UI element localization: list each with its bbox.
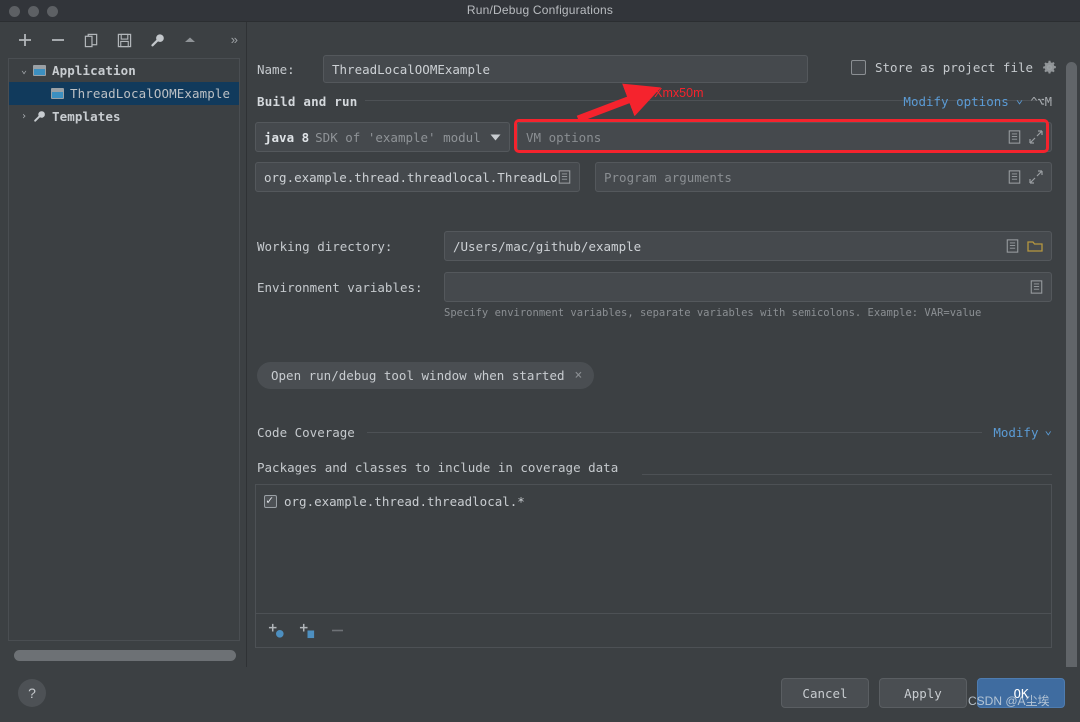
store-as-project-file-label: Store as project file bbox=[875, 60, 1033, 75]
tree-item-application[interactable]: ⌄ Application bbox=[9, 59, 239, 82]
copy-configuration-icon[interactable] bbox=[82, 31, 100, 49]
csdn-watermark: CSDN @A尘埃 bbox=[968, 692, 1050, 709]
expand-icon[interactable] bbox=[1029, 170, 1043, 184]
add-package-icon[interactable] bbox=[268, 622, 285, 639]
chevron-down-icon[interactable]: ⌄ bbox=[1016, 91, 1024, 106]
coverage-pattern-label: org.example.thread.threadlocal.* bbox=[284, 494, 525, 509]
help-button[interactable]: ? bbox=[18, 679, 46, 707]
cancel-button[interactable]: Cancel bbox=[781, 678, 869, 708]
window-title: Run/Debug Configurations bbox=[0, 3, 1080, 17]
chevron-down-icon[interactable] bbox=[490, 133, 501, 142]
tree-item-label: Templates bbox=[52, 109, 121, 124]
working-directory-input[interactable]: /Users/mac/github/example bbox=[444, 231, 1052, 261]
build-and-run-title: Build and run bbox=[257, 94, 365, 109]
program-arguments-placeholder: Program arguments bbox=[604, 170, 732, 185]
configurations-tree[interactable]: ⌄ Application ThreadLocalOOMExample › Te… bbox=[8, 58, 240, 641]
modify-options-shortcut: ^⌥M bbox=[1030, 95, 1052, 109]
insert-macro-icon[interactable] bbox=[1030, 280, 1043, 294]
jdk-name: java 8 bbox=[264, 130, 309, 145]
jdk-description: SDK of 'example' modul bbox=[315, 130, 481, 145]
environment-variables-hint: Specify environment variables, separate … bbox=[444, 307, 981, 319]
configuration-form: Name: ThreadLocalOOMExample Store as pro… bbox=[247, 22, 1080, 667]
code-coverage-modify-link[interactable]: Modify bbox=[993, 425, 1038, 440]
coverage-patterns-list[interactable]: org.example.thread.threadlocal.* bbox=[255, 484, 1052, 614]
store-as-project-file-checkbox[interactable] bbox=[851, 60, 866, 75]
tree-item-templates[interactable]: › Templates bbox=[9, 105, 239, 128]
save-configuration-icon[interactable] bbox=[115, 31, 133, 49]
application-icon bbox=[51, 88, 64, 99]
main-class-value: org.example.thread.threadlocal.ThreadLoc… bbox=[264, 170, 558, 185]
insert-macro-icon[interactable] bbox=[1006, 239, 1019, 253]
tree-item-threadlocaloomexample[interactable]: ThreadLocalOOMExample bbox=[9, 82, 239, 105]
edit-templates-wrench-icon[interactable] bbox=[148, 31, 166, 49]
working-directory-label: Working directory: bbox=[257, 239, 392, 254]
name-input-value: ThreadLocalOOMExample bbox=[332, 62, 490, 77]
insert-macro-icon[interactable] bbox=[1008, 130, 1021, 144]
environment-variables-input[interactable] bbox=[444, 272, 1052, 302]
coverage-patterns-toolbar bbox=[255, 614, 1052, 648]
add-configuration-button[interactable] bbox=[16, 31, 34, 49]
insert-macro-icon[interactable] bbox=[1008, 170, 1021, 184]
modify-options-link[interactable]: Modify options bbox=[903, 94, 1008, 109]
name-input[interactable]: ThreadLocalOOMExample bbox=[323, 55, 808, 83]
run-debug-configurations-dialog: Run/Debug Configurations bbox=[0, 0, 1080, 722]
configurations-sidebar: » ⌄ Application ThreadLocalOOMExample › … bbox=[0, 22, 247, 667]
working-directory-value: /Users/mac/github/example bbox=[453, 239, 641, 254]
chevron-right-icon[interactable]: › bbox=[15, 111, 33, 122]
modify-options-row[interactable]: Modify options ⌄ ^⌥M bbox=[903, 94, 1052, 109]
open-tool-window-tag[interactable]: Open run/debug tool window when started … bbox=[257, 362, 594, 389]
name-label: Name: bbox=[257, 62, 295, 77]
application-icon bbox=[33, 65, 46, 76]
main-class-input[interactable]: org.example.thread.threadlocal.ThreadLoc… bbox=[255, 162, 580, 192]
code-coverage-modify-row[interactable]: Modify ⌄ bbox=[993, 425, 1052, 440]
store-as-project-file-row[interactable]: Store as project file bbox=[851, 60, 1057, 75]
code-coverage-divider bbox=[367, 432, 982, 433]
window-titlebar: Run/Debug Configurations bbox=[0, 0, 1080, 22]
environment-variables-label: Environment variables: bbox=[257, 280, 423, 295]
jdk-dropdown[interactable]: java 8 SDK of 'example' modul bbox=[255, 122, 510, 152]
coverage-pattern-checkbox[interactable] bbox=[264, 495, 277, 508]
chevron-down-icon[interactable]: ⌄ bbox=[15, 65, 33, 76]
wrench-icon bbox=[33, 110, 46, 123]
remove-configuration-button[interactable] bbox=[49, 31, 67, 49]
tree-item-label: ThreadLocalOOMExample bbox=[70, 86, 230, 101]
apply-button[interactable]: Apply bbox=[879, 678, 967, 708]
gear-icon[interactable] bbox=[1042, 60, 1057, 75]
remove-pattern-button[interactable] bbox=[330, 623, 345, 638]
folder-icon[interactable] bbox=[1027, 239, 1043, 253]
vm-options-input[interactable]: VM options bbox=[517, 122, 1052, 152]
sidebar-toolbar-overflow-button[interactable]: » bbox=[231, 32, 238, 47]
expand-icon[interactable] bbox=[1029, 130, 1043, 144]
move-up-button[interactable] bbox=[181, 31, 199, 49]
add-class-icon[interactable] bbox=[299, 622, 316, 639]
packages-title-divider bbox=[642, 474, 1052, 475]
chevron-down-icon[interactable]: ⌄ bbox=[1044, 422, 1052, 437]
sidebar-toolbar: » bbox=[0, 22, 247, 58]
open-tool-window-tag-label: Open run/debug tool window when started bbox=[271, 368, 565, 383]
code-coverage-title: Code Coverage bbox=[257, 425, 363, 440]
coverage-pattern-row[interactable]: org.example.thread.threadlocal.* bbox=[264, 494, 525, 509]
program-arguments-input[interactable]: Program arguments bbox=[595, 162, 1052, 192]
sidebar-horizontal-scrollbar[interactable] bbox=[14, 650, 236, 661]
close-icon[interactable]: × bbox=[575, 368, 583, 383]
tree-item-label: Application bbox=[52, 63, 136, 78]
vm-options-placeholder: VM options bbox=[526, 130, 601, 145]
insert-macro-icon[interactable] bbox=[558, 170, 571, 184]
form-vertical-scrollbar[interactable] bbox=[1066, 62, 1077, 676]
packages-title: Packages and classes to include in cover… bbox=[257, 460, 626, 475]
